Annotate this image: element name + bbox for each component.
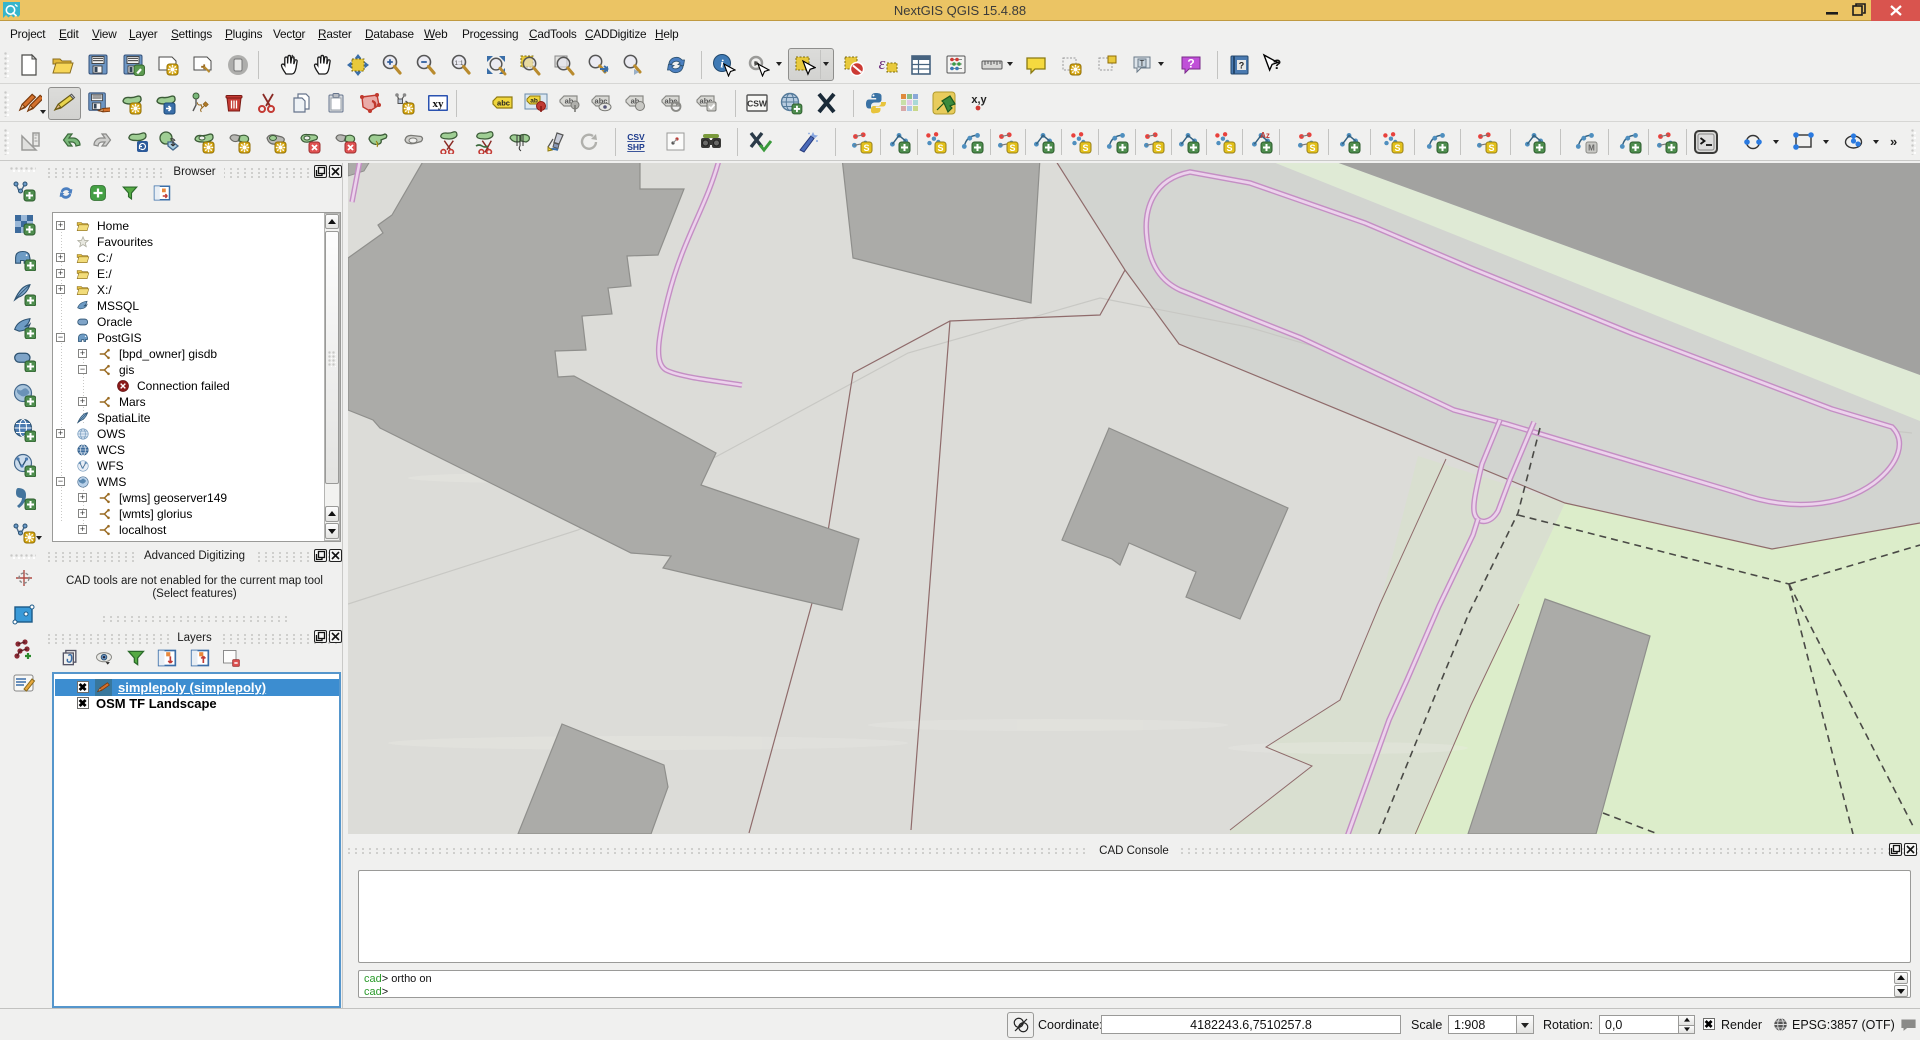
svg-text:M: M [1588, 144, 1595, 153]
svg-text:1:1: 1:1 [454, 60, 463, 67]
svg-text:ab: ab [530, 98, 538, 105]
svg-text:CSV: CSV [627, 132, 645, 142]
svg-text:Az: Az [1260, 131, 1270, 140]
svg-text:abc: abc [497, 99, 510, 108]
svg-text:?: ? [1239, 61, 1245, 71]
svg-text:?: ? [1187, 57, 1194, 71]
svg-text:SHP: SHP [627, 142, 645, 152]
svg-text:ε: ε [879, 54, 886, 73]
svg-text:CSW: CSW [747, 99, 768, 109]
svg-text:abc: abc [665, 97, 678, 106]
svg-text:?: ? [1273, 56, 1282, 72]
svg-text:x,y: x,y [971, 94, 987, 106]
svg-text:xy: xy [433, 98, 445, 110]
svg-text:T: T [1140, 59, 1145, 68]
